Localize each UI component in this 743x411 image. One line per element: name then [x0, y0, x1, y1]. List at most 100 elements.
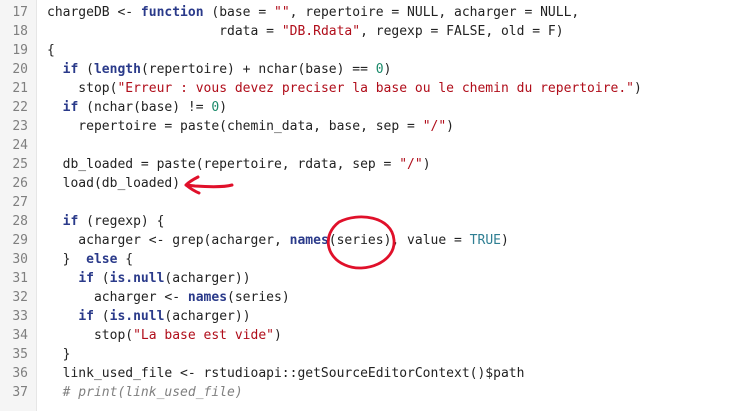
code-text[interactable]: load(db_loaded)	[47, 174, 180, 193]
line-number: 34	[12, 328, 28, 343]
code-text[interactable]: db_loaded = paste(repertoire, rdata, sep…	[47, 155, 431, 174]
line-number: 35	[12, 347, 28, 362]
code-text[interactable]: chargeDB <- function (base = "", reperto…	[47, 3, 579, 22]
code-text[interactable]: link_used_file <- rstudioapi::getSourceE…	[47, 364, 525, 383]
code-token: length	[93, 62, 141, 77]
code-token: )	[634, 81, 642, 96]
code-token: link_used_file <- rstudioapi::getSourceE…	[47, 366, 525, 381]
code-token: )	[446, 119, 454, 134]
code-text[interactable]: # print(link_used_file)	[47, 383, 243, 402]
code-token: , regexp = FALSE, old = F)	[360, 24, 564, 39]
line-number: 33	[12, 309, 28, 324]
code-line[interactable]: 18 rdata = "DB.Rdata", regexp = FALSE, o…	[0, 22, 743, 41]
code-token: (base =	[203, 5, 274, 20]
code-line[interactable]: 30 } else {	[0, 250, 743, 269]
code-token: )	[273, 328, 282, 343]
code-token: "/"	[399, 157, 423, 172]
line-number: 20	[12, 62, 28, 77]
code-token: )	[383, 62, 392, 77]
code-token: }	[47, 252, 87, 267]
code-token: "La base est vide"	[133, 328, 274, 343]
code-token: stop(	[47, 81, 118, 96]
code-token: load(db_loaded)	[47, 176, 181, 191]
code-token: 0	[375, 62, 384, 77]
line-number: 17	[12, 5, 28, 20]
code-token: (	[93, 271, 110, 286]
code-line[interactable]: 36 link_used_file <- rstudioapi::getSour…	[0, 364, 743, 383]
code-line[interactable]: 37 # print(link_used_file)	[0, 383, 743, 402]
code-text[interactable]: } else {	[47, 250, 133, 269]
line-number: 28	[12, 214, 28, 229]
code-token: if	[78, 309, 94, 324]
code-token: db_loaded = paste(repertoire, rdata, sep…	[47, 157, 400, 172]
code-token: if	[62, 62, 79, 77]
code-line[interactable]: 22 if (nchar(base) != 0)	[0, 98, 743, 117]
code-token: is.null	[109, 271, 165, 286]
code-text[interactable]: rdata = "DB.Rdata", regexp = FALSE, old …	[47, 22, 564, 41]
code-token: names	[289, 233, 329, 248]
code-line[interactable]: 25 db_loaded = paste(repertoire, rdata, …	[0, 155, 743, 174]
code-token: (	[78, 62, 94, 77]
code-line[interactable]: 29 acharger <- grep(acharger, names(seri…	[0, 231, 743, 250]
line-number: 24	[12, 138, 28, 153]
code-line[interactable]: 27	[0, 193, 743, 212]
code-token: stop(	[47, 328, 134, 343]
code-token: repertoire = paste(chemin_data, base, se…	[47, 119, 423, 134]
code-text[interactable]: repertoire = paste(chemin_data, base, se…	[47, 117, 454, 136]
code-token: (repertoire) + nchar(base) ==	[140, 62, 376, 77]
code-token: }	[47, 347, 71, 362]
code-token: )	[500, 233, 509, 248]
line-number: 22	[12, 100, 28, 115]
code-line[interactable]: 28 if (regexp) {	[0, 212, 743, 231]
code-editor[interactable]: 17 chargeDB <- function (base = "", reper…	[0, 0, 743, 411]
code-token: TRUE	[469, 233, 501, 248]
code-token: {	[47, 43, 55, 58]
line-number: 31	[12, 271, 28, 286]
code-text[interactable]: stop("Erreur : vous devez preciser la ba…	[47, 79, 642, 98]
code-line[interactable]: 32 acharger <- names(series)	[0, 288, 743, 307]
code-line[interactable]: 31 if (is.null(acharger))	[0, 269, 743, 288]
code-line[interactable]: 24	[0, 136, 743, 155]
code-text[interactable]: if (length(repertoire) + nchar(base) == …	[47, 60, 392, 79]
code-token: if	[62, 100, 79, 115]
line-number: 32	[12, 290, 28, 305]
code-line[interactable]: 20 if (length(repertoire) + nchar(base) …	[0, 60, 743, 79]
code-line[interactable]: 21 stop("Erreur : vous devez preciser la…	[0, 79, 743, 98]
code-text[interactable]: if (nchar(base) != 0)	[47, 98, 227, 117]
code-token: rdata =	[47, 24, 282, 39]
code-line[interactable]: 35 }	[0, 345, 743, 364]
code-token: chargeDB <-	[47, 5, 141, 20]
code-token: , repertoire = NULL, acharger = NULL,	[289, 5, 580, 20]
code-text[interactable]: acharger <- names(series)	[47, 288, 290, 307]
code-token: function	[140, 5, 204, 20]
code-token: )	[219, 100, 228, 115]
code-token: else	[86, 252, 118, 267]
code-text[interactable]: if (is.null(acharger))	[47, 269, 251, 288]
code-line[interactable]: 19 {	[0, 41, 743, 60]
code-line[interactable]: 34 stop("La base est vide")	[0, 326, 743, 345]
code-text[interactable]: if (regexp) {	[47, 212, 165, 231]
code-text[interactable]: if (is.null(acharger))	[47, 307, 250, 326]
code-text[interactable]: }	[47, 345, 71, 364]
code-token: # print(link_used_file)	[62, 385, 243, 400]
line-number: 25	[12, 157, 28, 172]
code-text[interactable]: acharger <- grep(acharger, names(series)…	[47, 231, 509, 250]
code-token: if	[78, 271, 94, 286]
code-line[interactable]: 33 if (is.null(acharger))	[0, 307, 743, 326]
code-token: "Erreur : vous devez preciser la base ou…	[117, 81, 635, 96]
code-text[interactable]: {	[47, 41, 55, 60]
code-token: (series)	[227, 290, 290, 305]
code-token: (acharger))	[164, 271, 251, 286]
code-token: if	[62, 214, 79, 229]
code-line[interactable]: 26 load(db_loaded)	[0, 174, 743, 193]
code-token: (regexp) {	[78, 214, 165, 229]
code-line[interactable]: 23 repertoire = paste(chemin_data, base,…	[0, 117, 743, 136]
code-line[interactable]: 17 chargeDB <- function (base = "", reper…	[0, 3, 743, 22]
line-number: 27	[12, 195, 28, 210]
code-text[interactable]: stop("La base est vide")	[47, 326, 282, 345]
